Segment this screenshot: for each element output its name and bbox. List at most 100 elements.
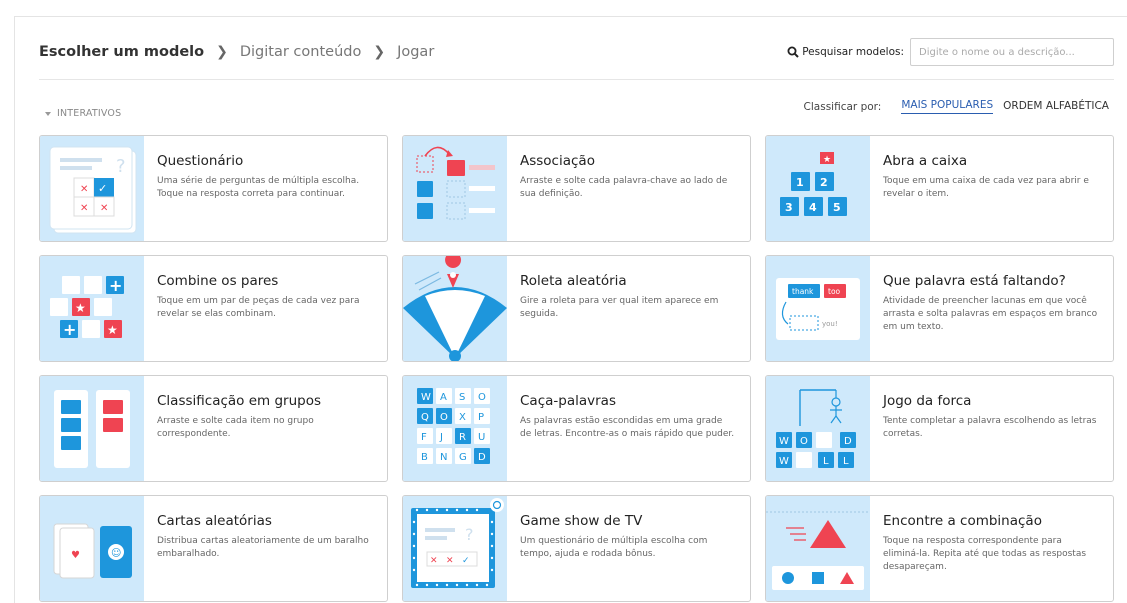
box-number: 3 bbox=[785, 201, 793, 214]
template-description: Arraste e solte cada palavra-chave ao la… bbox=[520, 176, 728, 199]
template-description: Uma série de perguntas de múltipla escol… bbox=[157, 176, 360, 199]
page: Escolher um modelo ❯ Digitar conteúdo ❯ … bbox=[14, 16, 1127, 603]
wordsearch-letter: G bbox=[459, 452, 467, 463]
hangman-icon: W O D W L L bbox=[766, 376, 870, 481]
wordsearch-letter: W bbox=[421, 392, 431, 403]
svg-text:✕: ✕ bbox=[80, 184, 88, 195]
template-title: Game show de TV bbox=[520, 513, 643, 529]
hangman-letter: D bbox=[844, 436, 852, 447]
search-input[interactable] bbox=[910, 38, 1114, 66]
template-description: Um questionário de múltipla escolha com … bbox=[520, 536, 708, 559]
svg-text:✕: ✕ bbox=[430, 556, 438, 566]
template-title: Questionário bbox=[157, 153, 244, 169]
wordsearch-letter: O bbox=[478, 392, 486, 403]
match-up-icon bbox=[403, 136, 507, 241]
template-card-wordsearch[interactable]: WASOQOXPFJRUBNGD Caça-palavras As palavr… bbox=[402, 375, 751, 482]
word-text: you! bbox=[822, 320, 838, 328]
gameshow-quiz-icon: ? ✕ ✕ ✓ bbox=[403, 496, 507, 601]
group-sort-icon bbox=[40, 376, 144, 481]
template-description: Distribua cartas aleatoriamente de um ba… bbox=[157, 536, 369, 559]
template-card-find-the-match[interactable]: Encontre a combinação Toque na resposta … bbox=[765, 495, 1114, 602]
template-title: Abra a caixa bbox=[883, 153, 968, 169]
box-number: 4 bbox=[809, 201, 817, 214]
box-number: 2 bbox=[820, 176, 828, 189]
template-description: Toque em um par de peças de cada vez par… bbox=[157, 296, 360, 319]
svg-text:★: ★ bbox=[107, 323, 118, 337]
svg-text:?: ? bbox=[116, 156, 126, 177]
template-description: Tente completar a palavra escolhendo as … bbox=[883, 416, 1097, 439]
random-cards-icon: ♥ ☺ bbox=[40, 496, 144, 601]
svg-text:✕: ✕ bbox=[446, 556, 454, 566]
template-card-match-up[interactable]: Associação Arraste e solte cada palavra-… bbox=[402, 135, 751, 242]
caret-down-icon bbox=[45, 111, 51, 116]
template-title: Que palavra está faltando? bbox=[883, 273, 1066, 289]
template-card-random-cards[interactable]: ♥ ☺ Cartas aleatórias Distribua cartas a… bbox=[39, 495, 388, 602]
wordsearch-letter: N bbox=[440, 452, 447, 463]
svg-text:+: + bbox=[109, 276, 122, 295]
wordsearch-letter: U bbox=[478, 432, 485, 443]
template-title: Caça-palavras bbox=[520, 393, 616, 409]
template-card-open-the-box[interactable]: ★ 1 2 3 4 5 Abra a caixa Toque em uma ca… bbox=[765, 135, 1114, 242]
template-description: Toque em uma caixa de cada vez para abri… bbox=[883, 176, 1089, 199]
svg-text:★: ★ bbox=[823, 155, 831, 165]
template-title: Encontre a combinação bbox=[883, 513, 1042, 529]
wordsearch-letter: A bbox=[440, 392, 447, 403]
wordsearch-letter: O bbox=[440, 412, 448, 423]
template-title: Combine os pares bbox=[157, 273, 279, 289]
svg-text:+: + bbox=[63, 320, 76, 339]
template-card-quiz[interactable]: ? ✕ ✓ ✕ ✕ Questionário Uma série de perg… bbox=[39, 135, 388, 242]
search-icon bbox=[787, 46, 799, 58]
sort-label: Classificar por: bbox=[803, 100, 882, 113]
wordsearch-letter: Q bbox=[421, 412, 429, 423]
wordsearch-tile bbox=[436, 428, 452, 444]
template-title: Jogo da forca bbox=[883, 393, 972, 409]
chevron-right-icon: ❯ bbox=[373, 44, 386, 60]
template-title: Classificação em grupos bbox=[157, 393, 321, 409]
wordsearch-letter: P bbox=[478, 412, 484, 423]
svg-text:✓: ✓ bbox=[98, 182, 107, 195]
sort-controls: Classificar por: MAIS POPULARES ORDEM AL… bbox=[804, 99, 1109, 114]
template-description: Gire a roleta para ver qual item aparece… bbox=[520, 296, 719, 319]
wordsearch-letter: B bbox=[421, 452, 428, 463]
missing-word-icon: thank too you! bbox=[766, 256, 870, 361]
breadcrumb-step-choose-template[interactable]: Escolher um modelo bbox=[39, 44, 204, 60]
template-description: Toque na resposta correspondente para el… bbox=[883, 536, 1087, 572]
wordsearch-letter: D bbox=[478, 452, 486, 463]
find-the-match-icon bbox=[766, 496, 870, 601]
matching-pairs-icon: + ★ + ★ bbox=[40, 256, 144, 361]
template-card-missing-word[interactable]: thank too you! Que palavra está faltando… bbox=[765, 255, 1114, 362]
svg-text:?: ? bbox=[465, 525, 474, 544]
wordsearch-letter: R bbox=[459, 432, 466, 443]
template-card-matching-pairs[interactable]: + ★ + ★ Combine os pares Toque em um par… bbox=[39, 255, 388, 362]
box-number: 5 bbox=[833, 201, 841, 214]
section-toggle-interactive[interactable]: INTERATIVOS bbox=[45, 108, 121, 119]
breadcrumb-step-play[interactable]: Jogar bbox=[397, 44, 434, 60]
template-card-hangman[interactable]: W O D W L L Jogo da forca Tente completa… bbox=[765, 375, 1114, 482]
chevron-right-icon: ❯ bbox=[216, 44, 228, 60]
word-tile: too bbox=[828, 287, 841, 296]
box-number: 1 bbox=[796, 176, 804, 189]
template-card-gameshow-quiz[interactable]: ? ✕ ✕ ✓ Game show de TV Um questionário … bbox=[402, 495, 751, 602]
breadcrumb-step-enter-content[interactable]: Digitar conteúdo bbox=[240, 44, 361, 60]
search-bar: Pesquisar modelos: bbox=[787, 38, 1114, 66]
template-title: Cartas aleatórias bbox=[157, 513, 272, 529]
svg-text:✕: ✕ bbox=[80, 203, 88, 214]
svg-text:♥: ♥ bbox=[71, 550, 80, 561]
open-box-icon: ★ 1 2 3 4 5 bbox=[766, 136, 870, 241]
sort-option-most-popular[interactable]: MAIS POPULARES bbox=[901, 99, 994, 114]
random-wheel-icon bbox=[403, 256, 507, 361]
header-divider bbox=[39, 79, 1114, 80]
template-card-random-wheel[interactable]: Roleta aleatória Gire a roleta para ver … bbox=[402, 255, 751, 362]
template-title: Roleta aleatória bbox=[520, 273, 627, 289]
wordsearch-icon: WASOQOXPFJRUBNGD bbox=[403, 376, 507, 481]
template-description: Arraste e solte cada item no grupo corre… bbox=[157, 416, 314, 439]
word-tile: thank bbox=[792, 287, 814, 296]
wordsearch-letter: J bbox=[439, 432, 443, 443]
wordsearch-letter: S bbox=[459, 392, 465, 403]
template-card-group-sort[interactable]: Classificação em grupos Arraste e solte … bbox=[39, 375, 388, 482]
svg-text:★: ★ bbox=[75, 301, 86, 315]
wordsearch-letter: X bbox=[459, 412, 466, 423]
search-label-text: Pesquisar modelos: bbox=[802, 46, 904, 58]
template-description: As palavras estão escondidas em uma grad… bbox=[520, 416, 735, 439]
sort-option-alphabetical[interactable]: ORDEM ALFABÉTICA bbox=[1003, 100, 1109, 114]
